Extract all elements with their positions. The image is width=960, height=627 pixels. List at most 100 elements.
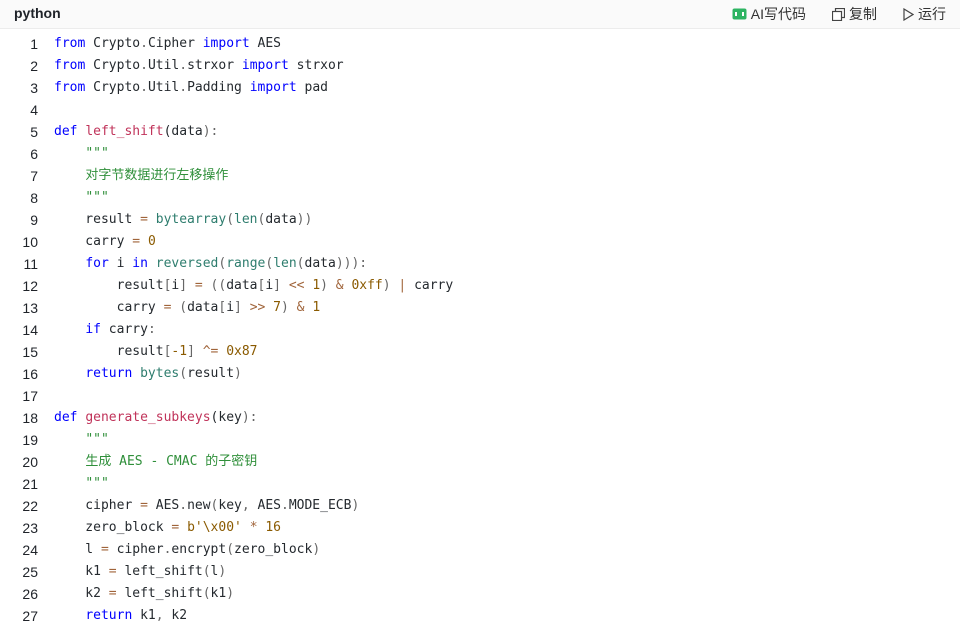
line-number: 9 [30,212,38,228]
code-text: cipher = AES.new(key, AES.MODE_ECB) [54,495,359,517]
code-token: return [85,608,133,623]
copy-button[interactable]: 复制 [832,4,877,24]
code-token: bytearray [155,212,227,227]
code-line: 2 from Crypto.Util.strxor import strxor [0,55,960,77]
code-token: 对字节数据进行左移操作 [85,168,229,183]
code-token: strxor [187,58,242,73]
code-token: for [85,256,109,271]
code-token: . [179,58,188,73]
code-token: ] [187,344,195,359]
line-number: 22 [22,498,38,514]
code-token: new [187,498,211,513]
code-token: = [140,498,148,513]
language-label: python [14,5,61,21]
play-icon [903,7,914,21]
code-text: result[i] = ((data[i] << 1) & 0xff) | ca… [54,275,454,297]
code-token: . [179,80,188,95]
code-text: def generate_subkeys(key): [54,407,258,429]
code-area[interactable]: 1 from Crypto.Cipher import AES 2 from Cryp… [0,33,960,627]
code-token: >> [249,300,266,315]
ai-write-code-button[interactable]: AI写代码 [732,4,806,24]
code-token: ( [265,256,274,271]
line-number: 7 [30,168,38,184]
code-token: ))): [335,256,368,271]
code-token: zero_block [54,520,172,535]
code-line: 23 zero_block = b'\x00' * 16 [0,517,960,539]
code-token: result [54,278,164,293]
code-token: i [226,300,235,315]
code-line: 27 return k1, k2 [0,605,960,627]
line-number: 5 [30,124,38,140]
code-token: MODE_ECB [288,498,352,513]
code-text: l = cipher.encrypt(zero_block) [54,539,320,561]
code-token: from [54,80,86,95]
code-text: """ [54,143,108,165]
run-button[interactable]: 运行 [903,4,946,24]
line-number: 21 [22,476,38,492]
code-token: return [85,366,133,381]
code-text: from Crypto.Util.Padding import pad [54,77,328,99]
code-token: = [108,564,117,579]
code-text: def left_shift(data): [54,121,218,143]
code-token: result [54,212,141,227]
line-number: 24 [22,542,38,558]
line-number: 4 [30,102,38,118]
code-token: i [265,278,274,293]
code-token: 0x87 [226,344,258,359]
code-token: """ [85,190,109,205]
code-token: in [132,256,148,271]
line-number: 27 [22,608,38,624]
code-token: ) [312,542,321,557]
code-line: 18 def generate_subkeys(key): [0,407,960,429]
code-token: from [54,58,86,73]
code-token: import [202,36,250,51]
code-token: 1 [312,300,321,315]
code-token: """ [85,432,109,447]
code-token: & [335,278,344,293]
code-token: b'\x00' [187,520,242,535]
code-line: 4 [0,99,960,121]
code-token: k1 [210,586,227,601]
code-line: 6 """ [0,143,960,165]
code-token: data [304,256,336,271]
code-token: ] [179,278,188,293]
line-number: 25 [22,564,38,580]
code-line: 8 """ [0,187,960,209]
code-text: from Crypto.Util.strxor import strxor [54,55,344,77]
code-token: ^= [202,344,219,359]
code-token: . [140,58,148,73]
code-token: 1 [312,278,321,293]
code-line: 25 k1 = left_shift(l) [0,561,960,583]
code-token: from [54,36,86,51]
code-line: 7 对字节数据进行左移操作 [0,165,960,187]
code-text: k1 = left_shift(l) [54,561,226,583]
code-token: ) [281,300,289,315]
code-token: k1 [132,608,156,623]
code-token: ) [218,564,227,579]
code-token: = [132,234,141,249]
code-token: Util [147,80,180,95]
code-line: 13 carry = (data[i] >> 7) & 1 [0,297,960,319]
code-token: """ [85,476,109,491]
code-token: ) [351,498,360,513]
code-token: carry [406,278,454,293]
code-token: : [147,322,156,337]
code-token: if [85,322,101,337]
code-line: 24 l = cipher.encrypt(zero_block) [0,539,960,561]
code-text: return bytes(result) [54,363,242,385]
code-token: . [281,498,289,513]
code-token: left_shift [116,564,203,579]
